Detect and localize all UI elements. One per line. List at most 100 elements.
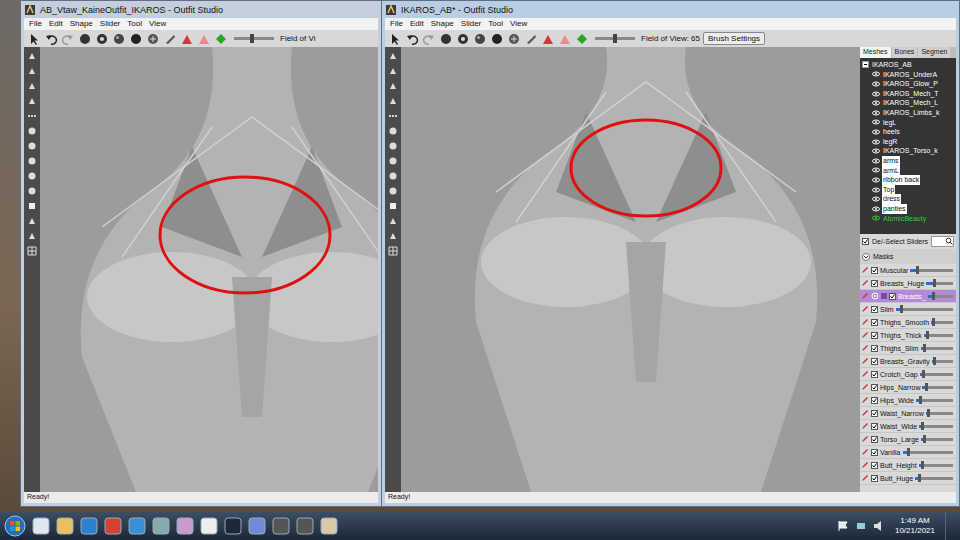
slider-row[interactable]: Muscular [860, 264, 956, 277]
media-icon[interactable] [80, 517, 98, 535]
slider-track[interactable] [926, 412, 953, 415]
tree-item[interactable]: heels [860, 127, 956, 137]
brush-unweight-icon[interactable] [197, 32, 211, 46]
tree-item[interactable]: panties [860, 204, 956, 214]
outfit-studio-icon[interactable] [272, 517, 290, 535]
eye-icon[interactable] [872, 157, 880, 165]
sphere-icon[interactable] [388, 141, 398, 151]
slider-row[interactable]: Waist_Narrow [860, 407, 956, 420]
cube-icon[interactable] [27, 201, 37, 211]
figure-icon[interactable] [320, 517, 338, 535]
undo-icon[interactable] [405, 32, 419, 46]
slider-track[interactable] [921, 347, 953, 350]
edit-icon[interactable] [861, 409, 869, 417]
pen-icon[interactable] [27, 81, 37, 91]
slider-track[interactable] [932, 360, 953, 363]
brush-mask-icon[interactable] [456, 32, 470, 46]
slider-track[interactable] [896, 308, 953, 311]
brush-standard-icon[interactable] [78, 32, 92, 46]
slider-row[interactable]: Butt_Height [860, 459, 956, 472]
discord-icon[interactable] [248, 517, 266, 535]
checkbox-icon[interactable] [871, 423, 878, 430]
edit-icon[interactable] [861, 383, 869, 391]
menu-item[interactable]: View [510, 19, 527, 29]
arrow-icon[interactable] [200, 517, 218, 535]
brush-inflate-icon[interactable] [112, 32, 126, 46]
slider-row[interactable]: Crotch_Gap [860, 368, 956, 381]
eye-icon[interactable] [872, 99, 880, 107]
menu-item[interactable]: Edit [410, 19, 424, 29]
grid-icon[interactable] [388, 246, 398, 256]
brush-weight-icon[interactable] [180, 32, 194, 46]
tree-item[interactable]: AtomicBeauty [860, 214, 956, 224]
eye-icon[interactable] [872, 138, 880, 146]
slider-track[interactable] [924, 334, 953, 337]
edit-icon[interactable] [861, 357, 869, 365]
slider-track[interactable] [931, 321, 953, 324]
steam-icon[interactable] [224, 517, 242, 535]
edit-icon[interactable] [861, 305, 869, 313]
notepad-icon[interactable] [32, 517, 50, 535]
fov-slider[interactable] [234, 37, 274, 40]
brush-inflate-icon[interactable] [473, 32, 487, 46]
brush-color-icon[interactable] [575, 32, 589, 46]
brush-smooth-icon[interactable] [524, 32, 538, 46]
render-viewport[interactable] [40, 47, 378, 492]
slider-track[interactable] [922, 386, 953, 389]
expand-icon[interactable] [862, 253, 870, 261]
slider-row[interactable]: Waist_Wide [860, 420, 956, 433]
checkbox-icon[interactable] [871, 410, 878, 417]
slider-row[interactable]: Torso_Large [860, 433, 956, 446]
panel-tab[interactable]: Segmen [918, 47, 950, 58]
slider-track[interactable] [919, 464, 953, 467]
menu-item[interactable]: Edit [49, 19, 63, 29]
move-icon[interactable] [27, 96, 37, 106]
tree-item[interactable]: Top [860, 185, 956, 195]
minus-icon[interactable] [881, 292, 887, 300]
slider-row[interactable]: Breasts_ [860, 290, 956, 303]
tray-flag-icon[interactable] [837, 520, 849, 532]
tree-item[interactable]: IKAROS_Limbs_k [860, 108, 956, 118]
sphere-icon[interactable] [388, 126, 398, 136]
eye-icon[interactable] [872, 80, 880, 88]
slider-row[interactable]: Butt_Huge [860, 472, 956, 485]
brush-smooth-icon[interactable] [163, 32, 177, 46]
edit-icon[interactable] [861, 318, 869, 326]
network-icon[interactable] [855, 520, 867, 532]
undo-icon[interactable] [44, 32, 58, 46]
checkbox-icon[interactable] [871, 371, 878, 378]
show-desktop-button[interactable] [945, 512, 956, 540]
tree-item[interactable]: IKAROS_Mech_L [860, 98, 956, 108]
checkbox-icon[interactable] [871, 397, 878, 404]
select-icon[interactable] [27, 32, 41, 46]
gear-icon[interactable] [152, 517, 170, 535]
slider-track[interactable] [920, 373, 953, 376]
slider-track[interactable] [921, 438, 953, 441]
slider-track[interactable] [916, 399, 953, 402]
eye-icon[interactable] [872, 205, 880, 213]
edit-icon[interactable] [861, 370, 869, 378]
edit-icon[interactable] [861, 435, 869, 443]
slider-row[interactable]: Thighs_Thick [860, 329, 956, 342]
checkbox-icon[interactable] [871, 267, 878, 274]
bone-icon[interactable] [388, 231, 398, 241]
brush-deflate-icon[interactable] [490, 32, 504, 46]
start-orb-icon[interactable] [4, 515, 26, 537]
slider-track[interactable] [926, 282, 953, 285]
slider-row[interactable]: Breasts_Huge [860, 277, 956, 290]
edit-icon[interactable] [861, 292, 869, 300]
eye-icon[interactable] [872, 90, 880, 98]
fov-slider[interactable] [595, 37, 635, 40]
chrome-icon[interactable] [104, 517, 122, 535]
brush-settings-button[interactable]: Brush Settings [703, 32, 765, 45]
checkbox-icon[interactable] [871, 449, 878, 456]
sphere-icon[interactable] [27, 141, 37, 151]
eye-icon[interactable] [872, 166, 880, 174]
checkbox-icon[interactable] [871, 475, 878, 482]
checkbox-icon[interactable] [871, 319, 878, 326]
edit-icon[interactable] [861, 396, 869, 404]
tree-item[interactable]: legL [860, 118, 956, 128]
checkbox-icon[interactable] [862, 238, 869, 245]
brush-move-icon[interactable] [146, 32, 160, 46]
edit-icon[interactable] [861, 331, 869, 339]
